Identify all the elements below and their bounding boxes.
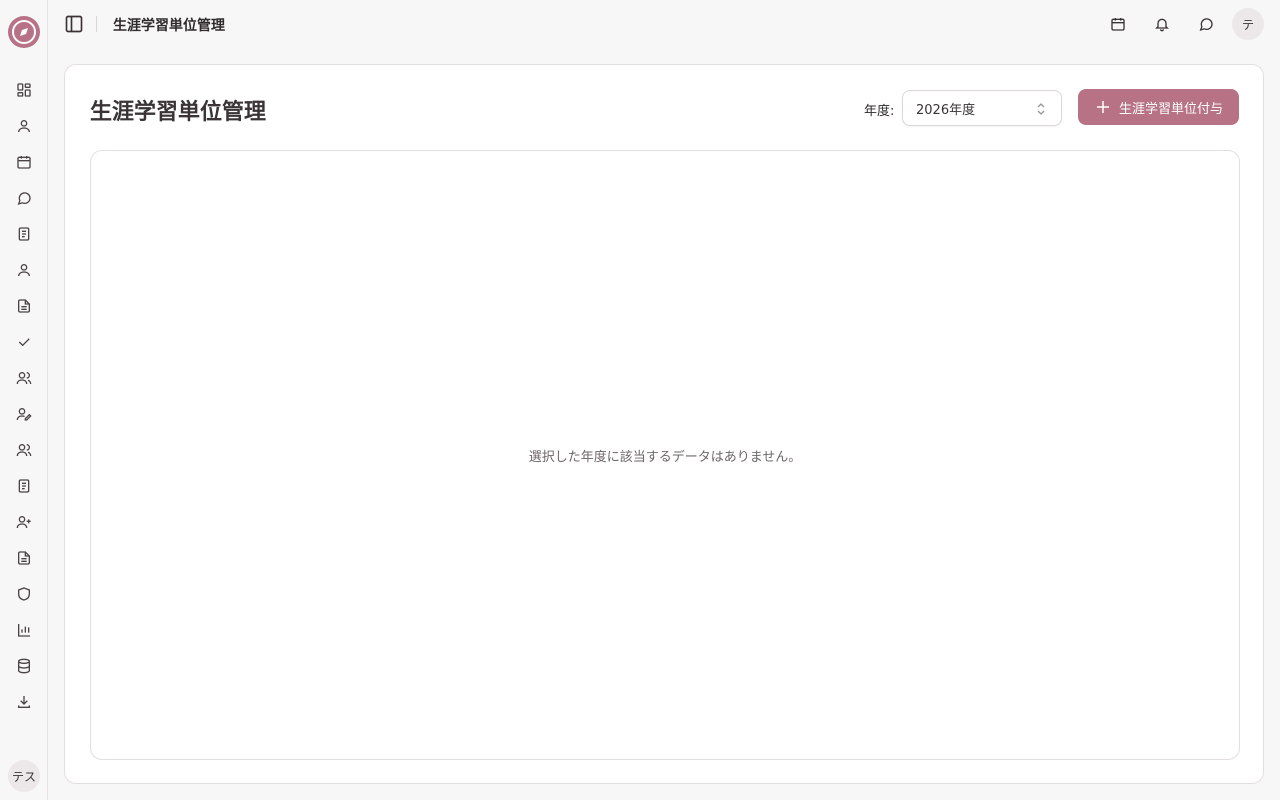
shield-icon	[18, 587, 30, 601]
add-credit-button[interactable]: 生涯学習単位付与	[1078, 89, 1239, 125]
top-header: 生涯学習単位管理 テ	[48, 0, 1280, 48]
sidebar-item-records[interactable]	[12, 474, 36, 498]
user-icon	[18, 264, 30, 277]
user-plus-icon	[16, 516, 31, 529]
notifications-button[interactable]	[1150, 12, 1174, 36]
sidebar-user-avatar[interactable]: テス	[8, 760, 40, 792]
header-divider	[96, 16, 97, 32]
sidebar-item-notebook[interactable]	[12, 222, 36, 246]
data-panel: 選択した年度に該当するデータはありません。	[90, 150, 1240, 760]
messages-button[interactable]	[1194, 12, 1218, 36]
user-avatar[interactable]: テ	[1232, 8, 1264, 40]
sidebar-item-profile[interactable]	[12, 114, 36, 138]
document-icon	[18, 299, 30, 313]
sidebar-user-initials: テス	[11, 769, 36, 784]
sidebar-item-members[interactable]	[12, 366, 36, 390]
app-root: テス 生涯学習単位管理 テ 生涯学習単位管理 年度: 2026年度 生涯学習単位…	[0, 0, 1280, 800]
sidebar-item-reports[interactable]	[12, 546, 36, 570]
calendar-button[interactable]	[1106, 12, 1130, 36]
header-title: 生涯学習単位管理	[113, 18, 225, 34]
calendar-icon	[17, 156, 31, 169]
year-label: 年度:	[864, 104, 895, 119]
sidebar-item-dashboard[interactable]	[12, 78, 36, 102]
sidebar-item-user-edit[interactable]	[12, 402, 36, 426]
user-edit-icon	[16, 408, 32, 421]
user-icon	[18, 120, 30, 133]
document-icon	[18, 551, 30, 565]
notebook-icon	[18, 227, 30, 241]
sidebar-item-analytics[interactable]	[12, 618, 36, 642]
empty-state-message: 選択した年度に該当するデータはありません。	[528, 449, 802, 465]
users-icon	[16, 372, 32, 385]
sidebar-item-messages[interactable]	[12, 186, 36, 210]
sidebar-item-account[interactable]	[12, 258, 36, 282]
message-icon	[1199, 18, 1213, 32]
user-initial: テ	[1241, 17, 1254, 32]
calendar-icon	[1111, 18, 1125, 31]
sidebar: テス	[0, 0, 48, 800]
add-credit-button-label: 生涯学習単位付与	[1119, 100, 1224, 116]
bar-chart-icon	[18, 624, 30, 637]
app-logo[interactable]	[8, 16, 40, 48]
sidebar-item-calendar[interactable]	[12, 150, 36, 174]
download-icon	[18, 696, 30, 708]
chevron-up-down-icon	[1037, 103, 1045, 115]
sidebar-item-security[interactable]	[12, 582, 36, 606]
sidebar-toggle-button[interactable]	[62, 12, 86, 36]
bell-icon	[1155, 18, 1169, 32]
sidebar-item-groups[interactable]	[12, 438, 36, 462]
sidebar-item-database[interactable]	[12, 654, 36, 678]
notebook-icon	[18, 479, 30, 493]
sidebar-item-documents[interactable]	[12, 294, 36, 318]
dashboard-icon	[17, 83, 31, 97]
check-icon	[18, 338, 30, 347]
database-icon	[18, 658, 30, 674]
year-select-value: 2026年度	[916, 102, 976, 118]
main-card: 生涯学習単位管理 年度: 2026年度 生涯学習単位付与 選択した年度に該当する…	[64, 64, 1264, 784]
users-icon	[16, 444, 32, 457]
year-select[interactable]: 2026年度	[902, 90, 1062, 126]
sidebar-item-approvals[interactable]	[12, 330, 36, 354]
page-title: 生涯学習単位管理	[90, 100, 267, 125]
sidebar-item-add-user[interactable]	[12, 510, 36, 534]
message-icon	[17, 192, 31, 206]
compass-logo-icon	[10, 18, 38, 46]
panel-left-icon	[65, 15, 83, 33]
plus-icon	[1097, 101, 1109, 113]
sidebar-item-download[interactable]	[12, 690, 36, 714]
